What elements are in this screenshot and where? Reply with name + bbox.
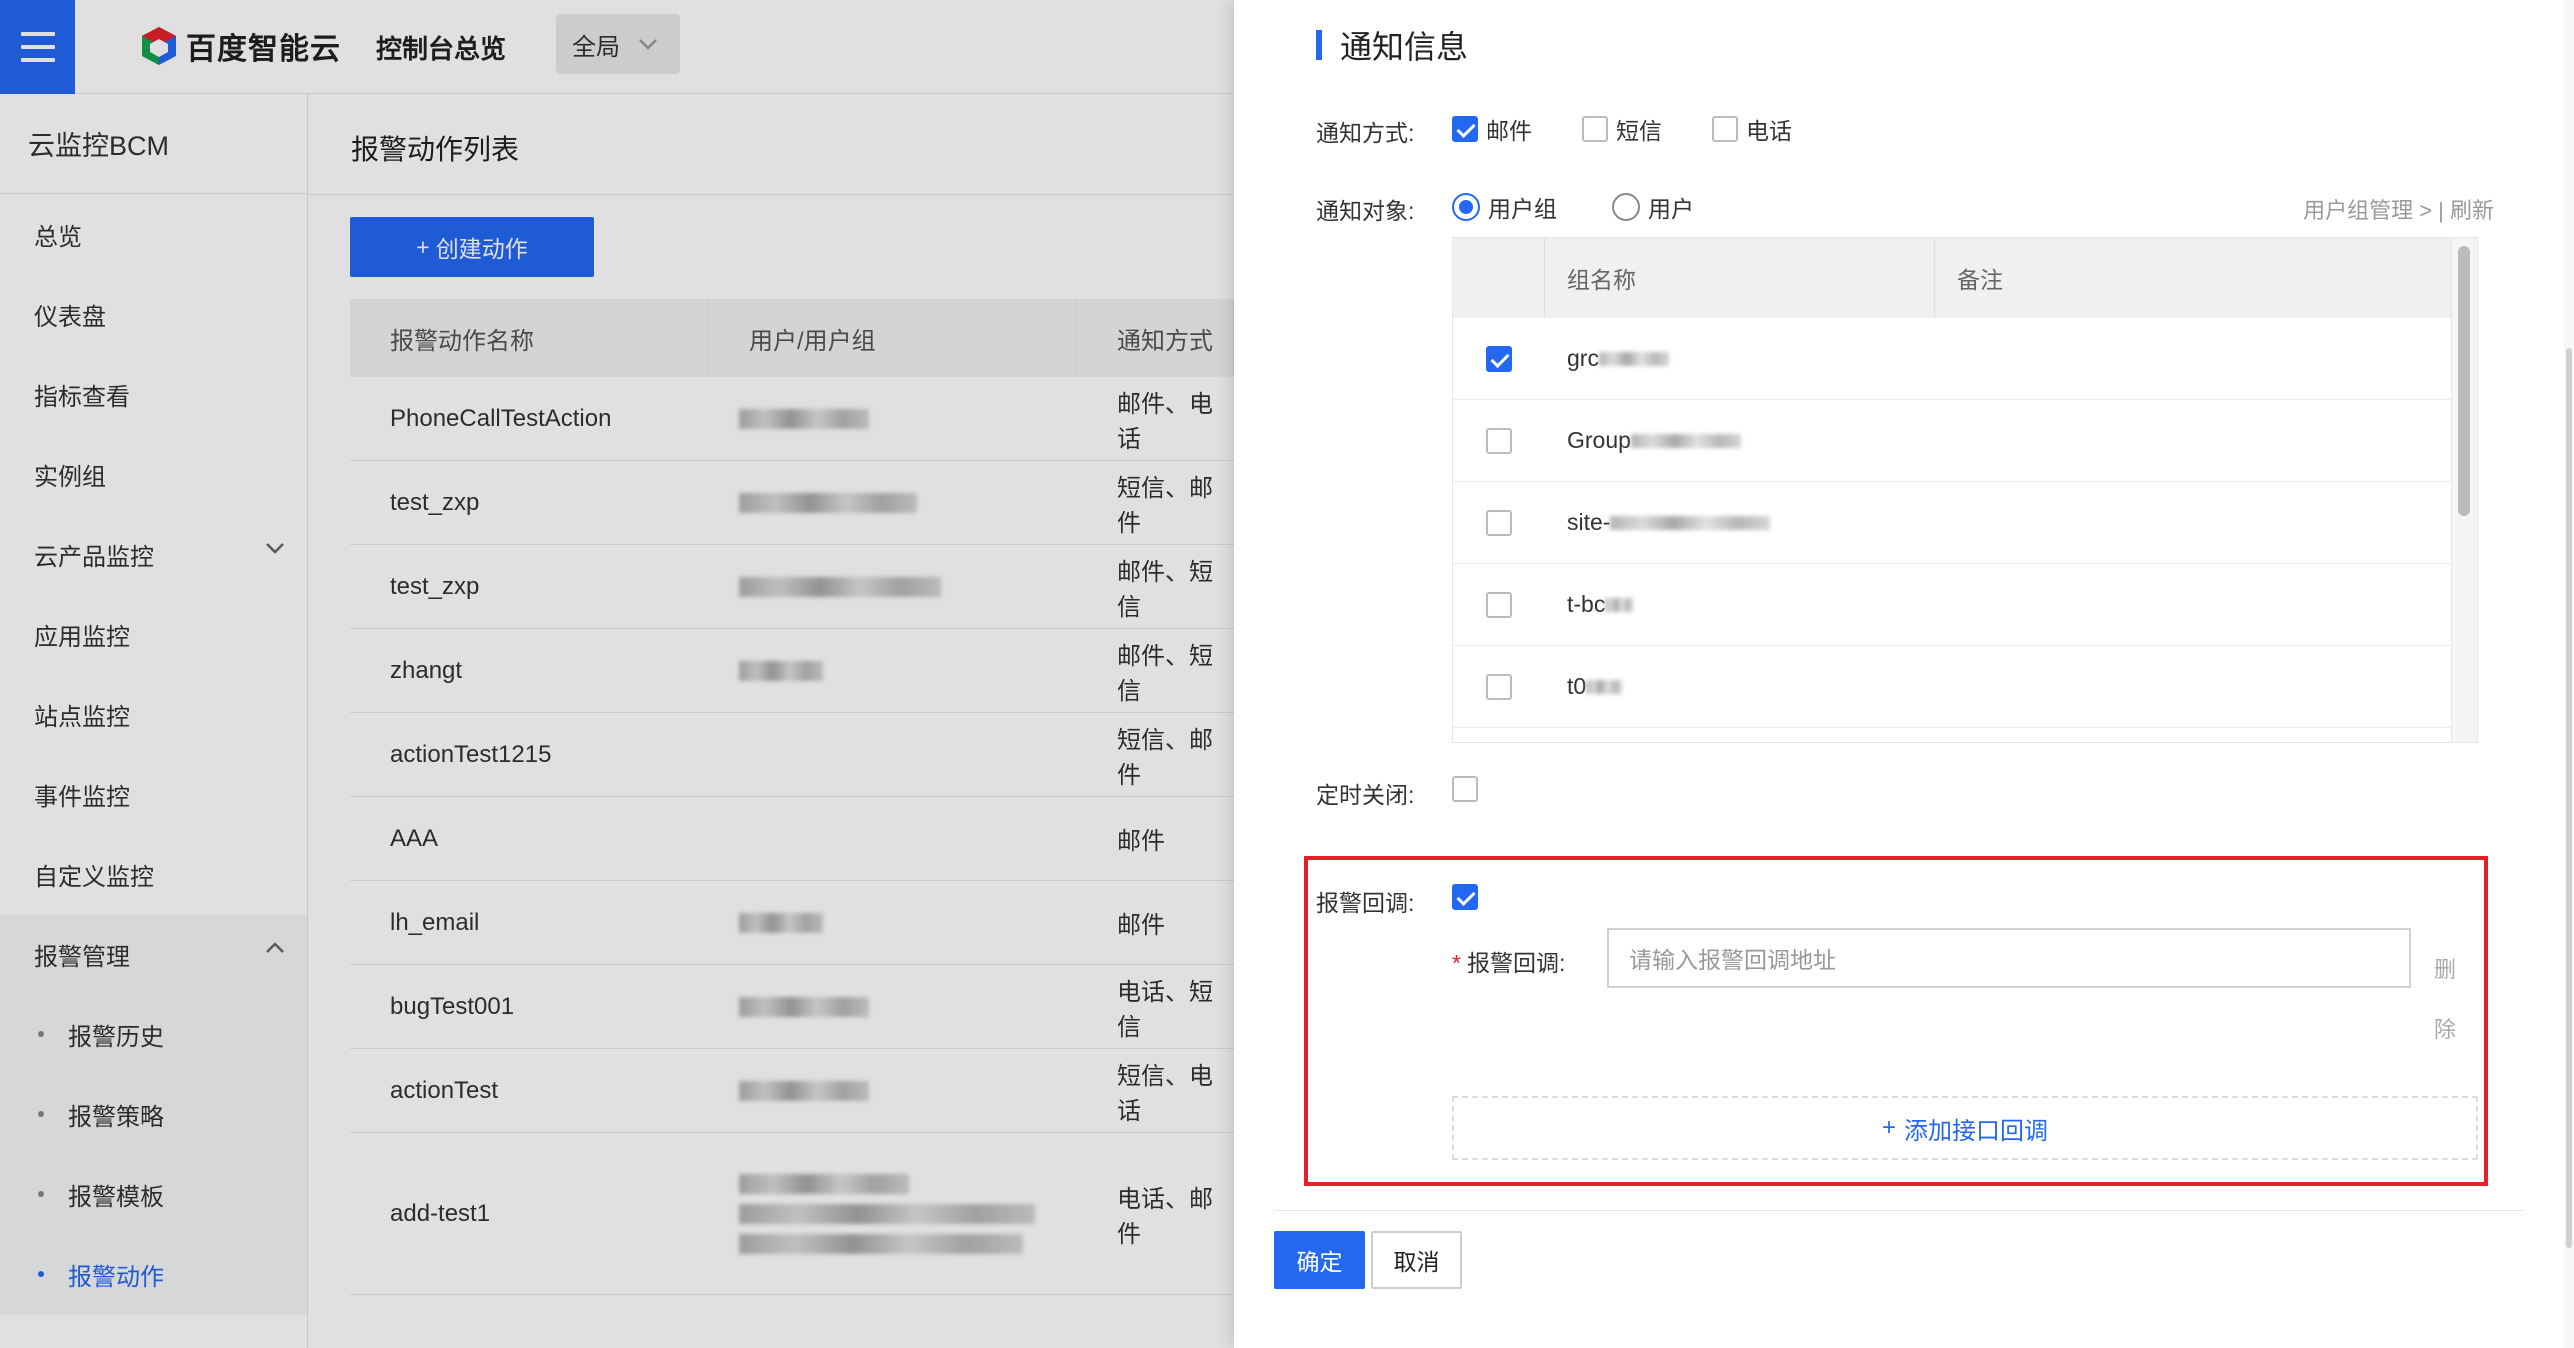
divider: [1274, 1210, 2524, 1211]
radio-icon: [1612, 193, 1640, 221]
radio-checked-icon: [1452, 193, 1480, 221]
table-row[interactable]: Group: [1453, 400, 2477, 482]
drawer-scrollbar[interactable]: [2564, 0, 2574, 1348]
table-header: 组名称 备注: [1453, 238, 2477, 318]
callback-url-placeholder: 请输入报警回调地址: [1629, 947, 1836, 973]
delete-callback-button[interactable]: 删除: [2433, 940, 2457, 1060]
row-checkbox[interactable]: [1453, 345, 1545, 372]
section-title: 通知信息: [1316, 22, 1468, 68]
checkbox-icon: [1486, 509, 1512, 536]
timed-close-label: 定时关闭:: [1316, 782, 1415, 808]
modal-mask[interactable]: [0, 0, 1234, 1348]
checkbox-checked-icon: [1486, 345, 1512, 372]
group-name: Group: [1545, 427, 1935, 454]
method-phone-checkbox[interactable]: 电话: [1712, 112, 1792, 146]
table-row[interactable]: t0: [1453, 646, 2477, 728]
table-row[interactable]: site-: [1453, 482, 2477, 564]
redacted-text: [1586, 679, 1623, 694]
method-label: 电话: [1746, 118, 1792, 144]
notify-method-label: 通知方式:: [1316, 120, 1415, 146]
callback-checkbox[interactable]: [1452, 884, 1478, 910]
target-label: 用户: [1648, 196, 1694, 222]
notify-target-label: 通知对象:: [1316, 198, 1415, 224]
select-column-header: [1453, 238, 1545, 318]
table-scrollbar[interactable]: [2451, 238, 2477, 742]
section-title-text: 通知信息: [1340, 29, 1469, 65]
group-name: t0: [1545, 673, 1935, 700]
checkbox-icon: [1486, 673, 1512, 700]
checkbox-icon: [1486, 591, 1512, 618]
group-name: site-: [1545, 509, 1935, 536]
target-user-group-radio[interactable]: 用户组: [1452, 190, 1557, 224]
row-checkbox[interactable]: [1453, 509, 1545, 536]
add-callback-label: 添加接口回调: [1904, 1117, 2048, 1145]
cancel-button[interactable]: 取消: [1371, 1231, 1462, 1289]
redacted-text: [1605, 597, 1634, 612]
target-user-radio[interactable]: 用户: [1612, 190, 1694, 224]
group-name-text: t0: [1567, 673, 1587, 699]
method-email-checkbox[interactable]: 邮件: [1452, 112, 1532, 146]
checkbox-checked-icon: [1452, 116, 1478, 142]
group-management-link[interactable]: 用户组管理 > | 刷新: [2303, 193, 2494, 225]
target-label: 用户组: [1488, 196, 1557, 222]
method-label: 短信: [1616, 118, 1662, 144]
callback-label: 报警回调:: [1316, 890, 1415, 916]
row-checkbox[interactable]: [1453, 427, 1545, 454]
user-group-table: 组名称 备注 grc Group site- t-bc t0: [1452, 237, 2478, 743]
group-name-text: Group: [1567, 427, 1631, 453]
timed-close-checkbox[interactable]: [1452, 776, 1478, 802]
column-header-group-name: 组名称: [1545, 238, 1935, 318]
group-name-text: site-: [1567, 509, 1611, 535]
group-name-text: grc: [1567, 345, 1599, 371]
scrollbar-thumb[interactable]: [2458, 246, 2470, 516]
edit-action-drawer: 通知信息 通知方式: 邮件 短信 电话 通知对象: 用户组 用户 用户组管理 >…: [1234, 0, 2574, 1348]
redacted-text: [1610, 515, 1771, 530]
row-checkbox[interactable]: [1453, 591, 1545, 618]
title-accent-bar: [1316, 30, 1322, 60]
callback-url-input[interactable]: 请输入报警回调地址: [1607, 928, 2411, 988]
checkbox-icon: [1486, 427, 1512, 454]
add-callback-button[interactable]: + 添加接口回调: [1452, 1096, 2478, 1160]
group-name: t-bc: [1545, 591, 1935, 618]
checkbox-icon: [1582, 116, 1608, 142]
plus-icon: +: [1881, 1114, 1896, 1141]
confirm-button[interactable]: 确定: [1274, 1231, 1365, 1289]
table-row[interactable]: grc: [1453, 318, 2477, 400]
callback-field-label: * 报警回调:: [1452, 944, 1565, 978]
redacted-text: [1598, 351, 1669, 366]
row-checkbox[interactable]: [1453, 673, 1545, 700]
callback-field-label-text: 报警回调:: [1466, 950, 1566, 976]
table-row[interactable]: t-bc: [1453, 564, 2477, 646]
column-header-remark: 备注: [1935, 238, 2453, 318]
method-sms-checkbox[interactable]: 短信: [1582, 112, 1662, 146]
checkbox-icon: [1712, 116, 1738, 142]
group-name-text: t-bc: [1567, 591, 1606, 617]
required-mark: *: [1452, 950, 1461, 976]
redacted-text: [1630, 433, 1741, 448]
method-label: 邮件: [1486, 118, 1532, 144]
scrollbar-thumb[interactable]: [2566, 348, 2572, 1248]
group-name: grc: [1545, 345, 1935, 372]
